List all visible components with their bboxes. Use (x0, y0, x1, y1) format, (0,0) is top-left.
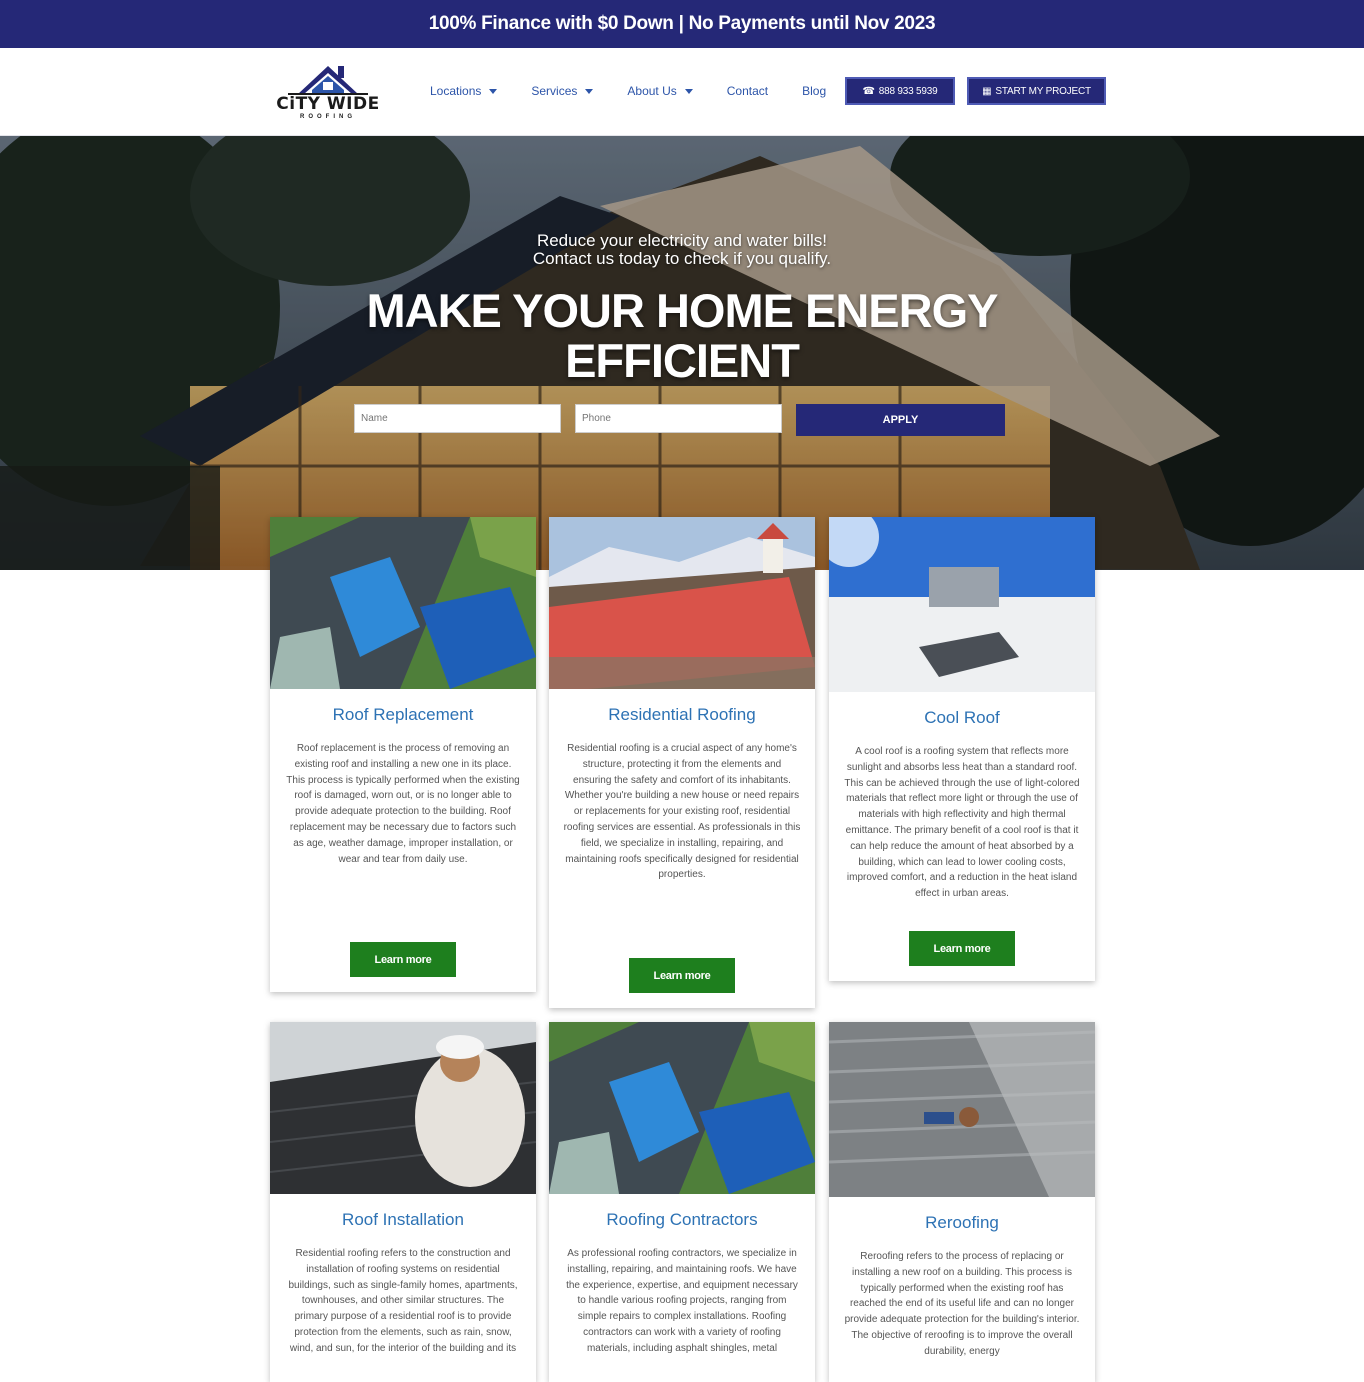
card-title: Roof Installation (342, 1210, 464, 1229)
hero-title: MAKE YOUR HOME ENERGY EFFICIENT (0, 286, 1364, 386)
nav-locations-label: Locations (430, 84, 482, 98)
card-text: Reroofing refers to the process of repla… (844, 1251, 1080, 1357)
card-title: Cool Roof (924, 708, 1000, 727)
hero-title-line-2: EFFICIENT (565, 334, 800, 387)
card-title: Roof Replacement (332, 705, 474, 724)
card-title: Reroofing (925, 1213, 999, 1232)
site-header: CiTY WIDE ROOFING Locations Services Abo… (0, 48, 1364, 136)
phone-button[interactable]: ☎ 888 933 5939 (845, 77, 955, 105)
card-text: Roof replacement is the process of remov… (286, 743, 520, 865)
calendar-icon: ▦ (982, 85, 992, 97)
card-image (549, 517, 815, 689)
card-text: Residential roofing is a crucial aspect … (563, 743, 801, 881)
hero-subtitle-line-1: Reduce your electricity and water bills! (536, 231, 828, 250)
shingle-roof-photo (829, 1022, 1095, 1197)
logo-name: CiTY WIDE (276, 94, 380, 114)
hero-subtitle: Reduce your electricity and water bills!… (0, 232, 1364, 268)
chevron-down-icon (585, 88, 594, 94)
cool-roof-photo (829, 517, 1095, 692)
card-text: Residential roofing refers to the constr… (288, 1248, 518, 1354)
logo-subtitle: ROOFING (300, 114, 356, 120)
promo-text: 100% Finance with $0 Down | No Payments … (428, 13, 936, 34)
main-nav: Locations Services About Us Contact Blog (430, 84, 860, 98)
start-project-label: START MY PROJECT (995, 85, 1091, 97)
nav-services[interactable]: Services (531, 84, 594, 98)
service-card: Roof Installation Residential roofing re… (270, 1022, 536, 1382)
learn-more-button[interactable]: Learn more (909, 931, 1015, 966)
nav-blog[interactable]: Blog (802, 84, 826, 98)
phone-input[interactable] (575, 404, 782, 433)
card-text: As professional roofing contractors, we … (566, 1248, 798, 1354)
nav-locations[interactable]: Locations (430, 84, 498, 98)
phone-button-label: 888 933 5939 (878, 85, 938, 97)
card-image (270, 1022, 536, 1194)
hero-subtitle-line-2: Contact us today to check if you qualify… (532, 249, 832, 268)
learn-more-button[interactable]: Learn more (350, 942, 456, 977)
nav-about-us[interactable]: About Us (627, 84, 693, 98)
site-logo[interactable]: CiTY WIDE ROOFING (268, 60, 388, 124)
card-text: A cool roof is a roofing system that ref… (844, 746, 1080, 900)
roofer-worker-photo (270, 1022, 536, 1194)
service-card: Cool Roof A cool roof is a roofing syste… (829, 517, 1095, 981)
service-card: Roofing Contractors As professional roof… (549, 1022, 815, 1382)
nav-about-us-label: About Us (627, 84, 677, 98)
aerial-roof-photo (549, 1022, 815, 1194)
start-project-button[interactable]: ▦ START MY PROJECT (967, 77, 1106, 105)
aerial-roof-photo (270, 517, 536, 689)
hero-section: Reduce your electricity and water bills!… (0, 136, 1364, 570)
service-card: Reroofing Reroofing refers to the proces… (829, 1022, 1095, 1382)
apply-button[interactable]: APPLY (796, 404, 1005, 436)
card-image (270, 517, 536, 689)
learn-more-button[interactable]: Learn more (629, 958, 735, 993)
nav-blog-label: Blog (802, 84, 827, 98)
nav-contact-label: Contact (726, 84, 769, 98)
red-roof-photo (549, 517, 815, 689)
card-title: Roofing Contractors (606, 1210, 758, 1229)
nav-contact[interactable]: Contact (727, 84, 768, 98)
chevron-down-icon (684, 88, 693, 94)
card-image (549, 1022, 815, 1194)
card-image (829, 1022, 1095, 1197)
name-input[interactable] (354, 404, 561, 433)
phone-icon: ☎ (862, 85, 875, 97)
card-image (829, 517, 1095, 692)
nav-services-label: Services (531, 84, 578, 98)
chevron-down-icon (489, 88, 498, 94)
service-card: Residential Roofing Residential roofing … (549, 517, 815, 1008)
card-title: Residential Roofing (608, 705, 756, 724)
service-card: Roof Replacement Roof replacement is the… (270, 517, 536, 992)
hero-title-line-1: MAKE YOUR HOME ENERGY (366, 284, 999, 337)
promo-banner: 100% Finance with $0 Down | No Payments … (0, 0, 1364, 48)
